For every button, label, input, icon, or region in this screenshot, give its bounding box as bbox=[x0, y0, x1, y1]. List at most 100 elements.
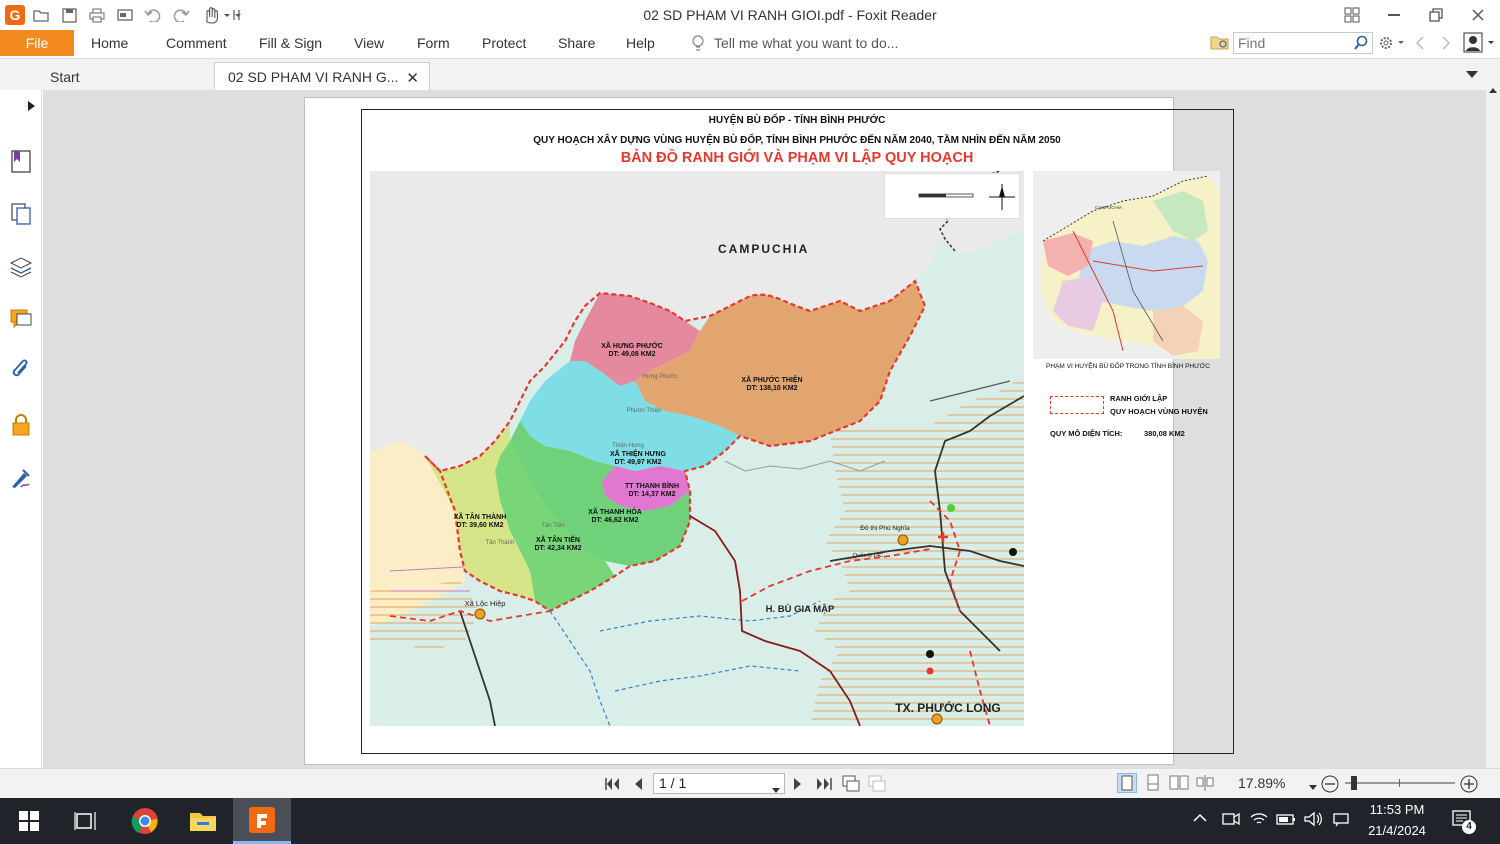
screenshot-icon[interactable] bbox=[115, 5, 135, 25]
zoom-slider[interactable] bbox=[1345, 782, 1455, 784]
find-input[interactable] bbox=[1234, 33, 1344, 53]
find-folder-icon[interactable] bbox=[1210, 33, 1230, 54]
ribbon-display-icon[interactable] bbox=[1340, 4, 1364, 26]
continuous-view-icon[interactable] bbox=[1144, 774, 1162, 795]
label-thien-hung-town: Thiện Hưng bbox=[612, 443, 644, 449]
label-thanh-hoa: XÃ THANH HÒA bbox=[588, 507, 642, 516]
file-explorer-icon[interactable] bbox=[174, 798, 232, 844]
label-thanh-binh-area: DT: 14,37 KM2 bbox=[628, 491, 675, 498]
zoom-level[interactable]: 17.89% bbox=[1238, 775, 1285, 791]
close-tab-icon[interactable]: ✕ bbox=[406, 69, 419, 87]
file-menu[interactable]: File bbox=[0, 30, 74, 56]
tab-list-dropdown-icon[interactable] bbox=[1465, 68, 1479, 83]
label-loc-hiep: Xã Lộc Hiệp bbox=[465, 599, 506, 608]
notification-count-badge: 4 bbox=[1462, 820, 1476, 834]
menu-share[interactable]: Share bbox=[558, 35, 595, 51]
show-hidden-icons-icon[interactable] bbox=[1193, 811, 1207, 829]
label-thien-hung: XÃ THIỆN HƯNG bbox=[610, 449, 667, 458]
label-hung-phuoc-area: DT: 49,08 KM2 bbox=[608, 351, 655, 358]
vertical-scrollbar[interactable] bbox=[1486, 88, 1500, 768]
scroll-up-icon[interactable] bbox=[1488, 82, 1498, 97]
hand-tool-dropdown-icon[interactable] bbox=[201, 5, 245, 25]
inset-caption: PHẠM VI HUYỆN BÙ ĐỐP TRONG TỈNH BÌNH PHƯ… bbox=[1046, 363, 1210, 370]
page-number-field[interactable]: 1 / 1 bbox=[653, 773, 785, 794]
document-view[interactable]: HUYỆN BÙ ĐỐP - TỈNH BÌNH PHƯỚC QUY HOẠCH… bbox=[43, 88, 1500, 768]
page-previous-view-icon[interactable] bbox=[842, 775, 860, 796]
main-map: CAMPUCHIA XÃ HƯNG PHƯỚC DT: 49,08 KM2 XÃ… bbox=[370, 171, 1024, 726]
label-phuoc-thien-area: DT: 138,10 KM2 bbox=[747, 385, 798, 392]
inset-label-campuchia: CAMPUCHIA bbox=[1095, 205, 1122, 210]
save-icon[interactable] bbox=[59, 5, 79, 25]
single-page-view-icon[interactable] bbox=[1117, 773, 1137, 793]
meet-now-icon[interactable] bbox=[1222, 811, 1240, 831]
menu-help[interactable]: Help bbox=[626, 35, 655, 51]
tell-me-search[interactable]: Tell me what you want to do... bbox=[714, 35, 898, 51]
find-field[interactable] bbox=[1233, 32, 1373, 54]
search-icon[interactable] bbox=[1353, 35, 1369, 54]
map-title: BẢN ĐỒ RANH GIỚI VÀ PHẠM VI LẬP QUY HOẠC… bbox=[620, 150, 974, 166]
zoom-in-icon[interactable] bbox=[1459, 774, 1479, 797]
label-tan-thanh: XÃ TÂN THÀNH bbox=[454, 512, 507, 521]
menu-fill-sign[interactable]: Fill & Sign bbox=[259, 35, 322, 51]
tab-document[interactable]: 02 SD PHAM VI RANH G... ✕ bbox=[214, 62, 430, 91]
inset-map-svg: CAMPUCHIA bbox=[1033, 171, 1220, 359]
last-page-icon[interactable] bbox=[815, 776, 833, 795]
header-district: HUYỆN BÙ ĐỐP - TỈNH BÌNH PHƯỚC bbox=[708, 115, 886, 126]
zoom-slider-midmark bbox=[1399, 779, 1400, 787]
settings-gear-icon[interactable] bbox=[1378, 34, 1406, 55]
chrome-icon[interactable] bbox=[116, 798, 174, 844]
menu-form[interactable]: Form bbox=[417, 35, 450, 51]
open-icon[interactable] bbox=[31, 5, 51, 25]
wifi-icon[interactable] bbox=[1250, 811, 1268, 831]
bookmarks-icon[interactable] bbox=[8, 148, 34, 174]
security-lock-icon[interactable] bbox=[8, 412, 34, 438]
undo-icon[interactable] bbox=[143, 5, 163, 25]
previous-result-icon[interactable] bbox=[1414, 35, 1426, 54]
volume-icon[interactable] bbox=[1304, 811, 1324, 831]
header-plan-title: QUY HOẠCH XÂY DỰNG VÙNG HUYỆN BÙ ĐỐP, TỈ… bbox=[533, 135, 1061, 146]
windows-start-icon[interactable] bbox=[0, 798, 58, 844]
page-dropdown-icon[interactable] bbox=[772, 780, 780, 799]
scale-compass-box bbox=[884, 173, 1020, 219]
foxit-reader-taskbar-icon[interactable] bbox=[233, 798, 291, 844]
language-icon[interactable] bbox=[1333, 811, 1351, 831]
page-number-value: 1 / 1 bbox=[659, 775, 687, 791]
layers-icon[interactable] bbox=[8, 253, 34, 279]
zoom-out-icon[interactable] bbox=[1320, 774, 1340, 797]
menu-protect[interactable]: Protect bbox=[482, 35, 526, 51]
menu-view[interactable]: View bbox=[354, 35, 384, 51]
expand-pane-icon[interactable] bbox=[27, 100, 37, 115]
battery-icon[interactable] bbox=[1276, 811, 1296, 831]
close-window-icon[interactable] bbox=[1466, 4, 1490, 26]
redo-icon[interactable] bbox=[171, 5, 191, 25]
previous-page-icon[interactable] bbox=[632, 776, 644, 795]
map-frame: HUYỆN BÙ ĐỐP - TỈNH BÌNH PHƯỚC QUY HOẠCH… bbox=[361, 109, 1234, 754]
menu-comment[interactable]: Comment bbox=[166, 35, 227, 51]
next-result-icon[interactable] bbox=[1440, 35, 1452, 54]
pages-thumbnails-icon[interactable] bbox=[8, 201, 34, 227]
page-next-view-icon[interactable] bbox=[868, 775, 886, 796]
minimize-icon[interactable] bbox=[1382, 4, 1406, 26]
continuous-facing-view-icon[interactable] bbox=[1195, 774, 1215, 795]
label-tan-thanh-town: Tân Thành bbox=[486, 540, 515, 546]
restore-icon[interactable] bbox=[1424, 4, 1448, 26]
first-page-icon[interactable] bbox=[603, 776, 621, 795]
user-account-icon[interactable] bbox=[1463, 32, 1497, 57]
zoom-slider-thumb[interactable] bbox=[1351, 776, 1357, 790]
task-view-icon[interactable] bbox=[56, 798, 114, 844]
label-thien-hung-area: DT: 49,97 KM2 bbox=[614, 459, 661, 466]
tab-start[interactable]: Start bbox=[40, 62, 215, 91]
next-page-icon[interactable] bbox=[792, 776, 804, 795]
signature-icon[interactable] bbox=[8, 465, 34, 491]
label-do-thi-phu-nghia: Đô thị Phú Nghĩa bbox=[860, 525, 910, 532]
label-phuoc-long: TX. PHƯỚC LONG bbox=[895, 700, 1001, 715]
comments-icon[interactable] bbox=[8, 306, 34, 332]
clock-time[interactable]: 11:53 PM bbox=[1352, 802, 1442, 817]
zoom-dropdown-icon[interactable] bbox=[1309, 779, 1317, 794]
print-icon[interactable] bbox=[87, 5, 107, 25]
clock-date[interactable]: 21/4/2024 bbox=[1352, 823, 1442, 838]
attachments-icon[interactable] bbox=[8, 358, 34, 384]
foxit-logo-icon[interactable]: G bbox=[5, 5, 25, 25]
menu-home[interactable]: Home bbox=[91, 35, 128, 51]
facing-view-icon[interactable] bbox=[1169, 774, 1189, 795]
